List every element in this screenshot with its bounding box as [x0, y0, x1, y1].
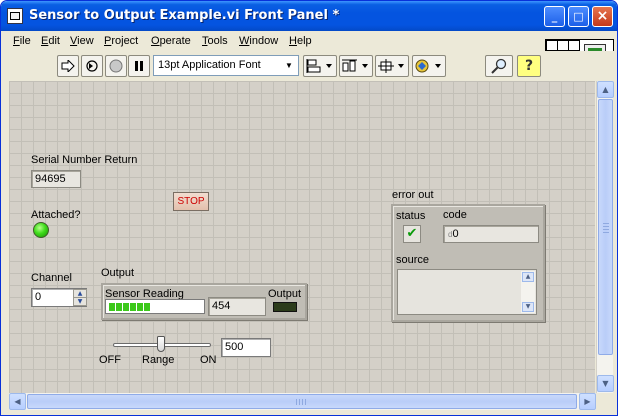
menu-tools[interactable]: Tools	[202, 35, 228, 47]
pause-icon	[135, 61, 143, 71]
resize-objects-button[interactable]	[375, 55, 409, 77]
run-continuously-icon	[86, 60, 98, 72]
chevron-down-icon: ▼	[285, 61, 293, 70]
search-button[interactable]	[485, 55, 513, 77]
channel-decrement-button[interactable]: ▼	[73, 297, 87, 306]
menu-project-label: roject	[111, 35, 139, 47]
abort-icon	[109, 59, 123, 73]
menu-help-label: elp	[296, 35, 312, 47]
menu-operate[interactable]: Operate	[151, 35, 191, 47]
vertical-scrollbar[interactable]: ▲ ▼	[596, 81, 614, 393]
reorder-icon	[415, 59, 441, 73]
menu-bar: File Edit View Project Operate Tools Win…	[1, 31, 617, 51]
range-value-control[interactable]: 500	[221, 338, 271, 357]
abort-button[interactable]	[105, 55, 127, 77]
menu-help-accel: H	[289, 35, 297, 47]
reorder-button[interactable]	[412, 55, 446, 77]
menu-operate-label: perate	[159, 35, 191, 47]
toolbar: 13pt Application Font ▼ ?	[1, 51, 617, 79]
menu-edit[interactable]: Edit	[41, 35, 60, 47]
error-source-label: source	[396, 254, 430, 266]
channel-label: Channel	[31, 272, 72, 284]
menu-file-label: ile	[19, 35, 31, 47]
run-arrow-icon	[61, 58, 75, 74]
stop-button[interactable]: STOP	[173, 192, 209, 211]
window-bottom-edge	[1, 410, 617, 415]
error-code-label: code	[443, 209, 467, 221]
menu-window-accel: W	[239, 35, 250, 47]
menu-project[interactable]: Project	[104, 35, 138, 47]
attached-led	[33, 222, 49, 238]
menu-window[interactable]: Window	[239, 35, 278, 47]
serial-number-label: Serial Number Return	[31, 154, 138, 166]
resize-objects-icon	[378, 59, 404, 73]
run-button[interactable]	[57, 55, 79, 77]
font-selector-value: 13pt Application Font	[158, 59, 261, 71]
error-code-value: 0	[452, 228, 459, 240]
context-help-button[interactable]: ?	[517, 55, 541, 77]
menu-view-label: iew	[77, 35, 94, 47]
maximize-button[interactable]: □	[568, 6, 589, 27]
error-status-label: status	[396, 210, 426, 222]
status-check-icon: ✔	[403, 225, 421, 243]
menu-file[interactable]: File	[13, 35, 31, 47]
range-max-label: ON	[200, 354, 217, 366]
close-button[interactable]: ×	[592, 6, 613, 27]
horizontal-scroll-thumb[interactable]	[27, 394, 577, 409]
menu-view[interactable]: View	[70, 35, 94, 47]
range-label: Range	[142, 354, 175, 366]
menu-operate-accel: O	[151, 35, 160, 47]
run-continuously-button[interactable]	[81, 55, 103, 77]
search-icon	[491, 58, 507, 74]
distribute-objects-button[interactable]	[339, 55, 373, 77]
scroll-left-button[interactable]: ◀	[9, 393, 26, 410]
error-out-label: error out	[392, 189, 434, 201]
scroll-down-button[interactable]: ▼	[597, 375, 614, 392]
error-code-indicator: d0	[443, 225, 539, 243]
menu-file-accel: F	[13, 35, 20, 47]
title-bar[interactable]: Sensor to Output Example.vi Front Panel …	[1, 1, 617, 31]
context-help-icon: ?	[524, 58, 534, 74]
distribute-objects-icon	[342, 59, 368, 72]
error-source-indicator: ▲ ▼	[397, 269, 537, 315]
source-scrollbar[interactable]: ▲ ▼	[521, 271, 535, 313]
menu-window-label: indow	[249, 35, 279, 47]
menu-edit-label: dit	[48, 35, 60, 47]
serial-number-indicator: 94695	[31, 170, 81, 188]
output-led	[273, 302, 297, 312]
window-title: Sensor to Output Example.vi Front Panel …	[29, 8, 340, 23]
pause-button[interactable]	[128, 55, 150, 77]
range-min-label: OFF	[99, 354, 121, 366]
scroll-up-button[interactable]: ▲	[597, 81, 614, 98]
minimize-button[interactable]: _	[544, 6, 565, 27]
scroll-right-button[interactable]: ▶	[579, 393, 596, 410]
labview-window: Sensor to Output Example.vi Front Panel …	[0, 0, 618, 416]
resize-grip[interactable]	[596, 393, 613, 410]
sensor-reading-indicator: 454	[208, 297, 266, 316]
align-objects-button[interactable]	[303, 55, 337, 77]
output-cluster-label: Output	[101, 267, 135, 279]
sensor-reading-bar	[105, 299, 205, 314]
menu-help[interactable]: Help	[289, 35, 312, 47]
range-slider-thumb[interactable]	[157, 336, 165, 352]
align-objects-icon	[306, 59, 332, 73]
output-led-label: Output	[268, 288, 302, 300]
attached-label: Attached?	[31, 209, 81, 221]
menu-tools-label: ools	[207, 35, 228, 47]
horizontal-scrollbar[interactable]: ◀ ▶	[9, 393, 596, 410]
vertical-scroll-thumb[interactable]	[598, 99, 613, 355]
font-selector[interactable]: 13pt Application Font ▼	[153, 55, 299, 76]
vi-window-icon	[7, 8, 23, 24]
